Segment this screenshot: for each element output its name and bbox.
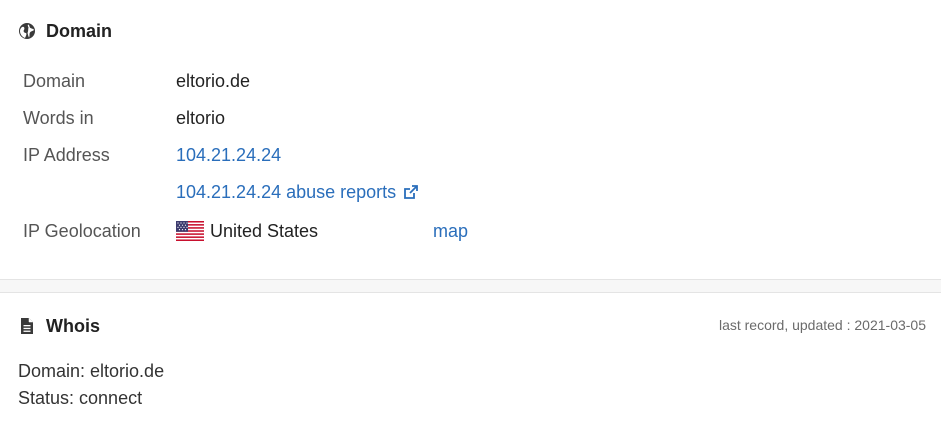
page: Domain Domain eltorio.de Words in eltori… [0, 0, 941, 422]
last-record-text: last record, updated : 2021-03-05 [718, 317, 926, 333]
geo-label: IP Geolocation [23, 220, 141, 241]
geo-value-wrap: United States [176, 221, 318, 242]
geo-country: United States [210, 220, 319, 241]
us-flag-icon [176, 221, 204, 241]
whois-section-title: Whois [18, 314, 100, 338]
document-icon [18, 317, 36, 335]
abuse-value-wrap: 104.21.24.24 abuse reports [176, 182, 420, 203]
ip-value-wrap: 104.21.24.24 [176, 145, 281, 166]
external-link-icon[interactable] [402, 183, 420, 201]
domain-value: eltorio.de [176, 70, 251, 91]
domain-section-title-text: Domain [46, 20, 113, 41]
whois-line: Status: connect [18, 388, 143, 408]
whois-section-title-text: Whois [46, 315, 100, 336]
words-label: Words in [23, 107, 94, 128]
domain-label: Domain [23, 70, 86, 91]
domain-section-title: Domain [18, 19, 112, 43]
whois-line: Domain: eltorio.de [18, 361, 165, 381]
globe-icon [18, 22, 36, 40]
section-divider [0, 279, 941, 293]
domain-section: Domain Domain eltorio.de Words in eltori… [0, 0, 941, 279]
ip-label: IP Address [23, 144, 110, 165]
ip-address-link[interactable]: 104.21.24.24 [176, 145, 281, 166]
words-value: eltorio [176, 107, 226, 128]
map-link[interactable]: map [433, 221, 468, 242]
abuse-reports-link[interactable]: 104.21.24.24 abuse reports [176, 182, 396, 203]
